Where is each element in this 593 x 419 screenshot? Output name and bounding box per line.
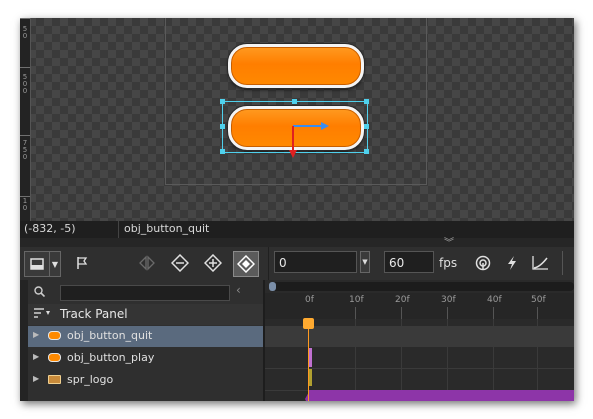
track-row[interactable]: ▶ obj_button_quit — [28, 326, 263, 347]
previous-key-button[interactable] — [136, 251, 158, 275]
add-key-button[interactable] — [202, 251, 224, 275]
asset-clip-bar[interactable] — [309, 390, 574, 401]
onion-skin-icon — [475, 255, 491, 271]
track-label: obj_button_quit — [67, 329, 153, 342]
add-key-icon — [204, 254, 222, 272]
panel-divider[interactable]: ︾ — [20, 238, 574, 249]
frame-label: 10f — [349, 295, 364, 305]
fps-label: fps — [439, 256, 458, 270]
frame-ruler[interactable]: 0f 10f 20f 30f 40f 50f — [265, 293, 574, 319]
track-row[interactable]: ▶ spr_logo — [28, 370, 263, 391]
fps-input[interactable]: 60 — [384, 251, 434, 273]
curve-button[interactable] — [529, 251, 551, 275]
key-mode-icon — [237, 255, 255, 273]
onion-skin-button[interactable] — [473, 251, 493, 275]
track-key-marker[interactable] — [309, 348, 312, 367]
curve-icon — [532, 256, 548, 270]
status-bar: (-832, -5) obj_button_quit — [20, 221, 574, 238]
expand-arrow-icon[interactable]: ▶ — [33, 352, 39, 361]
quick-key-icon — [508, 256, 516, 270]
frame-dropdown[interactable]: ▼ — [360, 251, 370, 273]
move-gizmo[interactable] — [20, 18, 574, 222]
search-icon — [34, 286, 46, 300]
flag-button[interactable] — [72, 251, 92, 275]
frame-label: 50f — [531, 295, 546, 305]
expand-arrow-icon[interactable]: ▶ — [33, 330, 39, 339]
quick-key-button[interactable] — [503, 251, 521, 275]
key-mode-toggle[interactable] — [233, 251, 259, 277]
object-icon — [48, 353, 61, 362]
track-label: spr_logo — [67, 373, 114, 386]
track-row[interactable]: ▶ obj_button_play — [28, 348, 263, 369]
frame-label: 30f — [441, 295, 456, 305]
dropdown-icon: ▼ — [362, 258, 368, 266]
playhead-handle[interactable] — [303, 318, 314, 329]
timeline-scrollbar[interactable] — [269, 282, 574, 291]
timeline-track-row[interactable] — [265, 326, 574, 347]
sprite-icon — [48, 375, 61, 384]
playhead[interactable] — [308, 320, 309, 401]
x-axis-arrow-icon — [321, 122, 329, 130]
sort-icon[interactable] — [34, 307, 50, 322]
track-key-marker[interactable] — [309, 369, 312, 386]
remove-key-icon — [171, 254, 189, 272]
frame-label: 0f — [305, 295, 314, 305]
timeline[interactable]: 0f 10f 20f 30f 40f 50f — [265, 280, 574, 401]
view-mode-button[interactable] — [24, 251, 50, 277]
track-search-input[interactable] — [60, 285, 230, 301]
view-mode-icon — [30, 258, 44, 270]
previous-key-icon — [139, 255, 155, 271]
track-panel-header: Track Panel — [28, 304, 263, 325]
current-frame-input[interactable]: 0 — [274, 251, 357, 273]
scrollbar-thumb[interactable] — [269, 282, 276, 291]
selected-object-name: obj_button_quit — [124, 222, 210, 235]
frame-label: 20f — [395, 295, 410, 305]
room-canvas[interactable]: 50 500 750 10 — [20, 18, 574, 222]
frame-label: 40f — [487, 295, 502, 305]
sequence-toolbar: ▼ 0 ▼ 60 fps — [20, 247, 574, 281]
track-label: obj_button_play — [67, 351, 155, 364]
view-mode-dropdown[interactable]: ▼ — [49, 251, 61, 277]
dropdown-icon: ▼ — [51, 259, 59, 269]
remove-key-button[interactable] — [169, 251, 191, 275]
track-panel-title: Track Panel — [60, 307, 128, 321]
y-axis-arrow-icon — [289, 150, 297, 158]
object-icon — [48, 331, 61, 340]
expand-arrow-icon[interactable]: ▶ — [33, 374, 39, 383]
sequence-editor-window: 50 500 750 10 (-832, -5) obj_button_quit — [20, 18, 574, 401]
chevron-left-icon[interactable]: ‹ — [236, 283, 241, 297]
cursor-coordinates: (-832, -5) — [24, 222, 76, 235]
flag-icon — [77, 257, 88, 269]
track-panel: ‹ Track Panel ▶ obj_button_quit ▶ obj_bu… — [20, 280, 263, 401]
